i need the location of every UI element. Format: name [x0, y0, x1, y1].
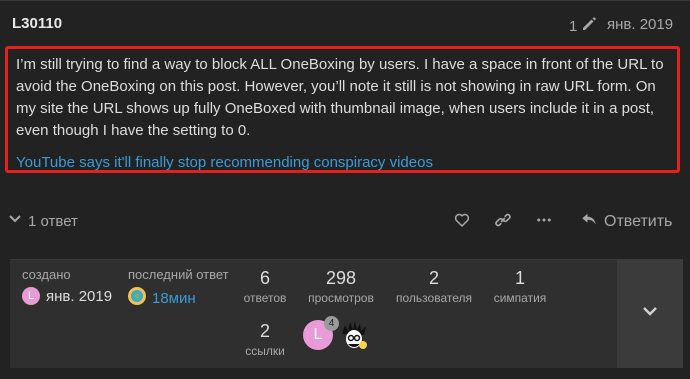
stat-number: 2: [428, 268, 439, 288]
reply-button[interactable]: Ответить: [580, 210, 672, 233]
post-author[interactable]: L30110: [12, 15, 62, 32]
last-reply-time: 18мин: [152, 289, 196, 307]
heart-icon: [453, 211, 471, 234]
last-reply-info[interactable]: 18мин: [128, 287, 196, 309]
post-text: I’m still trying to find a way to block …: [16, 56, 664, 139]
participants: L 4: [303, 316, 369, 350]
participant-avatar[interactable]: [339, 320, 369, 350]
edit-count: 1: [569, 17, 578, 35]
avatar-letter: L: [313, 326, 323, 343]
more-icon: [535, 211, 553, 234]
stat-links[interactable]: 2 ссылки: [236, 321, 294, 358]
oneboxed-link[interactable]: YouTube says it'll finally stop recommen…: [16, 153, 669, 173]
avatar: L: [22, 287, 40, 305]
stat-number: 6: [259, 268, 270, 288]
stat-users: 2 пользователя: [390, 268, 478, 305]
stat-views: 298 просмотров: [303, 268, 379, 305]
post-date[interactable]: янв. 2019: [607, 16, 673, 33]
stat-label: ссылки: [245, 344, 285, 358]
chevron-down-icon: [640, 301, 660, 326]
stat-label: просмотров: [308, 291, 374, 305]
stat-number: 298: [325, 268, 357, 288]
share-link-button[interactable]: [491, 210, 515, 234]
stat-number: 2: [259, 321, 270, 341]
more-actions-button[interactable]: [532, 210, 556, 234]
stat-replies: 6 ответов: [236, 268, 294, 305]
stat-label: ответов: [243, 291, 287, 305]
reply-icon: [580, 210, 598, 233]
avatar: [128, 287, 146, 309]
created-date: янв. 2019: [46, 287, 113, 305]
stat-number: 1: [514, 268, 525, 288]
pencil-icon: [581, 16, 597, 36]
reply-button-label: Ответить: [604, 212, 673, 230]
top-divider: [0, 0, 690, 1]
created-label: создано: [22, 267, 71, 282]
participant-avatar[interactable]: L 4: [303, 316, 339, 350]
edit-history-button[interactable]: 1: [569, 16, 597, 36]
stat-likes: 1 симпатия: [488, 268, 552, 305]
post-count-badge: 4: [324, 316, 339, 331]
link-icon: [494, 211, 512, 234]
post-body-highlighted: I’m still trying to find a way to block …: [5, 46, 680, 173]
last-reply-label: последний ответ: [128, 267, 229, 282]
created-info[interactable]: L янв. 2019: [22, 287, 112, 305]
topic-map-expand-button[interactable]: [617, 259, 683, 368]
stat-label: пользователя: [396, 291, 472, 305]
stat-label: симпатия: [493, 291, 547, 305]
like-button[interactable]: [450, 210, 474, 234]
